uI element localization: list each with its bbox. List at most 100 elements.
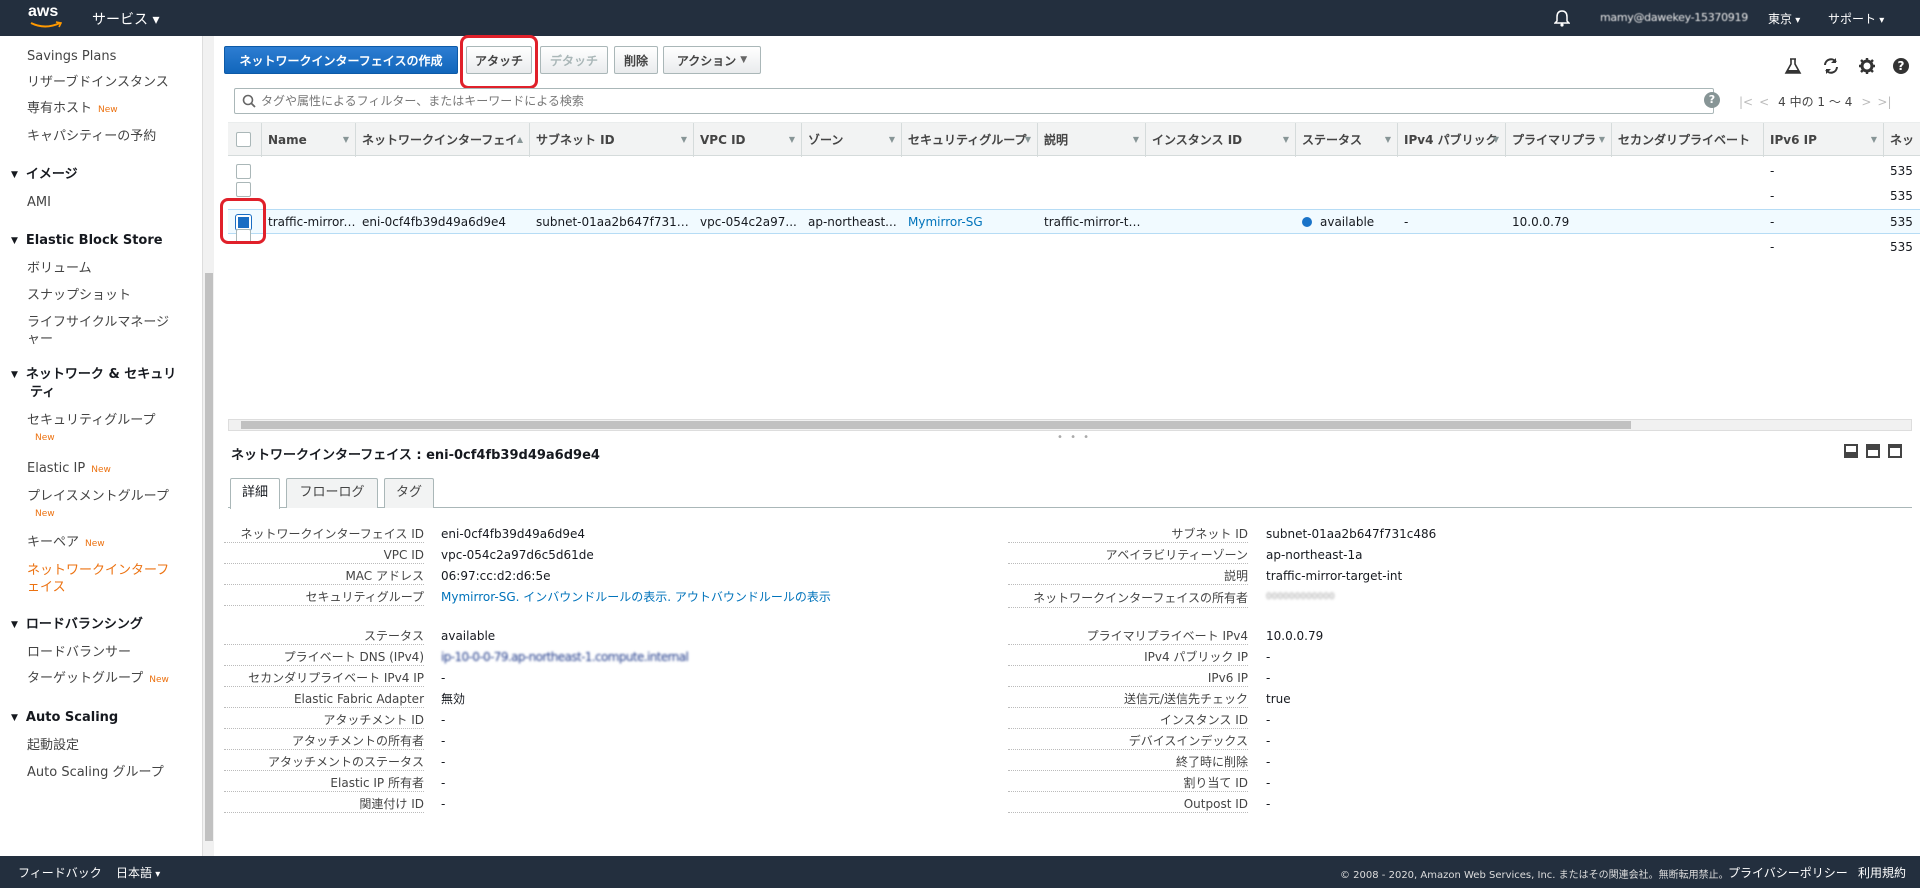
column-header[interactable]: IPv6 IP ▼ [1764,123,1884,157]
sidebar-item-snapshots[interactable]: スナップショット [27,287,131,304]
column-header[interactable]: VPC ID ▼ [694,123,802,157]
tab-details[interactable]: 詳細 [230,478,280,509]
sidebar-item-reserved-instances[interactable]: リザーブドインスタンス [27,74,169,91]
column-header[interactable]: ステータス ▼ [1296,123,1398,157]
terms-link[interactable]: 利用規約 [1858,864,1906,881]
privacy-link[interactable]: プライバシーポリシー [1728,864,1848,881]
field-value: ap-northeast-1a [1266,548,1363,562]
detach-button[interactable]: デタッチ [540,46,608,74]
sidebar-section-auto-scaling[interactable]: Auto Scaling [11,709,118,727]
tab-tags[interactable]: タグ [384,478,434,508]
sidebar-item-placement-groups[interactable]: プレイスメントグループ New [27,488,169,523]
first-page-icon[interactable]: |< [1739,95,1753,109]
field-label: VPC ID [224,548,424,564]
flask-icon[interactable] [1784,57,1802,75]
row-checkbox[interactable] [236,164,251,179]
sidebar-item-load-balancers[interactable]: ロードバランサー [27,644,131,661]
scroll-thumb[interactable] [205,273,213,841]
sidebar-item-elastic-ip[interactable]: Elastic IP New [27,460,111,479]
table-row[interactable]: - 535 [228,159,1920,184]
sidebar-item-network-interfaces[interactable]: ネットワークインターフェイス [27,562,173,596]
security-group-links[interactable]: Mymirror-SG. インバウンドルールの表示. アウトバウンドルールの表示 [441,590,831,605]
panel-top-icon[interactable] [1866,444,1880,458]
table-row[interactable]: - 535 [228,229,1920,260]
panel-bottom-icon[interactable] [1844,444,1858,458]
column-header[interactable]: 説明 ▼ [1038,123,1146,157]
page-count: 4 中の 1 ～ 4 [1778,95,1853,109]
services-menu[interactable]: サービス [92,9,159,29]
sidebar-item-ami[interactable]: AMI [27,194,51,211]
language-menu[interactable]: 日本語 [116,864,160,881]
column-header[interactable]: IPv4 パブリック ▼ [1398,123,1506,157]
vpc-cell: vpc-054c2a97... [700,215,797,229]
sidebar-section-network-security[interactable]: ネットワーク & セキュリティ [11,366,181,402]
field-label: デバイスインデックス [1008,734,1248,750]
ipv6-cell: - [1770,164,1775,178]
sidebar-section-ebs[interactable]: Elastic Block Store [11,232,163,250]
sidebar-item-dedicated-hosts[interactable]: 専有ホスト New [27,100,118,119]
region-menu[interactable]: 東京 [1768,10,1800,27]
select-all-column [228,123,262,157]
highlight-box [460,35,538,89]
field-label: アベイラビリティーゾーン [1008,548,1248,564]
column-header[interactable]: セカンダリプライベート [1612,123,1764,157]
sidebar-item-target-groups[interactable]: ターゲットグループ New [27,670,169,689]
prev-page-icon[interactable]: < [1759,95,1769,109]
panel-splitter[interactable]: • • • [1057,432,1091,443]
sidebar-section-load-balancing[interactable]: ロードバランシング [11,616,143,634]
gear-icon[interactable] [1858,57,1876,75]
sidebar-item-savings-plans[interactable]: Savings Plans [27,48,116,65]
field-label: アタッチメントの所有者 [224,734,424,750]
field-label: IPv4 パブリック IP [1008,650,1248,666]
column-header[interactable]: ネットワークインターフェイ ▲ [356,123,530,157]
status-cell: available [1296,210,1398,235]
sidebar-scrollbar[interactable] [202,36,214,856]
sidebar-item-key-pairs[interactable]: キーペア New [27,534,105,553]
column-header[interactable]: セキュリティグループ ▼ [902,123,1038,157]
actions-button[interactable]: アクション ▼ [663,46,761,74]
column-header[interactable]: インスタンス ID ▼ [1146,123,1296,157]
field-label: 送信元/送信先チェック [1008,692,1248,708]
column-header[interactable]: サブネット ID ▼ [530,123,694,157]
table-horizontal-scrollbar[interactable] [228,419,1912,431]
aws-logo[interactable]: aws [28,4,68,32]
sidebar-item-launch-configurations[interactable]: 起動設定 [27,737,79,754]
column-header[interactable]: プライマリプラ ▼ [1506,123,1612,157]
help-icon[interactable]: ? [1892,57,1910,75]
row-checkbox[interactable] [236,182,251,197]
field-value: - [1266,755,1271,769]
filter-help-icon[interactable]: ? [1704,92,1720,108]
panel-full-icon[interactable] [1888,444,1902,458]
sidebar-item-auto-scaling-groups[interactable]: Auto Scaling グループ [27,764,164,781]
field-value: - [1266,713,1271,727]
sidebar-item-volumes[interactable]: ボリューム [27,260,92,277]
field-value: subnet-01aa2b647f731c486 [1266,527,1437,541]
scroll-thumb[interactable] [241,421,1631,429]
bell-icon[interactable] [1553,9,1571,30]
next-page-icon[interactable]: > [1861,95,1871,109]
field-value: 000000000000 [1266,592,1335,602]
delete-button[interactable]: 削除 [614,46,658,74]
sidebar-item-security-groups[interactable]: セキュリティグループ New [27,412,155,447]
new-badge: New [149,675,169,685]
select-all-checkbox[interactable] [236,132,251,147]
sidebar-item-capacity-reservations[interactable]: キャパシティーの予約 [27,128,156,145]
create-network-interface-button[interactable]: ネットワークインターフェイスの作成 [224,46,458,74]
column-header[interactable]: ネッ [1884,123,1920,157]
feedback-link[interactable]: フィードバック [18,864,102,881]
tab-flow-logs[interactable]: フローログ [286,478,378,508]
column-header[interactable]: ゾーン ▼ [802,123,902,157]
column-header[interactable]: Name ▼ [262,123,356,157]
filter-input[interactable] [261,92,1661,110]
refresh-icon[interactable] [1822,57,1840,75]
support-menu[interactable]: サポート [1828,10,1884,27]
status-dot-icon [1302,217,1312,227]
security-group-link[interactable]: Mymirror-SG [902,210,1038,235]
sidebar-item-lifecycle-manager[interactable]: ライフサイクルマネージャー [27,314,173,348]
table-row[interactable]: - 535 [228,182,1920,209]
table-row-selected[interactable]: traffic-mirror-int eni-0cf4fb39d49a6d9e4… [228,209,1920,234]
sidebar-section-images[interactable]: イメージ [11,166,78,184]
extra-cell: 535 [1890,240,1913,254]
account-menu[interactable]: mamy@dawekey-15370919 [1600,11,1748,24]
last-page-icon[interactable]: >| [1877,95,1891,109]
